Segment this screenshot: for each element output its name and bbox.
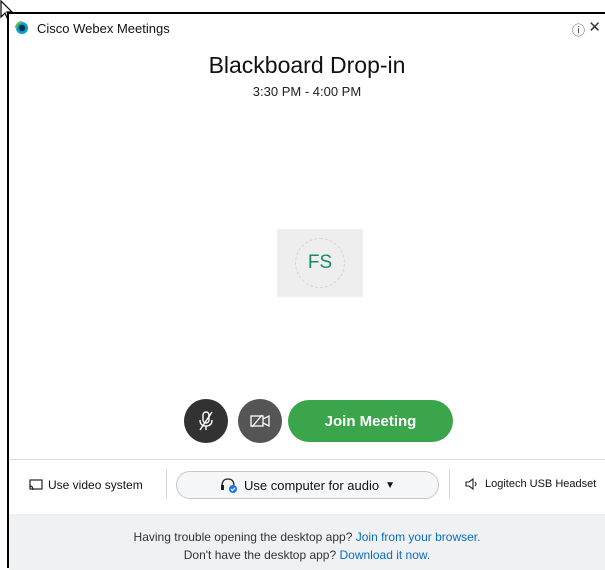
footer-help: Having trouble opening the desktop app? … — [9, 514, 605, 570]
mute-button[interactable] — [184, 399, 228, 443]
avatar-preview: FS — [277, 229, 363, 297]
divider — [166, 469, 167, 499]
use-video-system-label: Use video system — [48, 478, 143, 492]
trouble-text: Having trouble opening the desktop app? — [133, 530, 353, 544]
cast-icon — [29, 479, 43, 491]
audio-device-selector[interactable]: Logitech USB Headset — [465, 478, 596, 490]
speaker-icon — [465, 478, 477, 490]
app-title: Cisco Webex Meetings — [37, 21, 170, 36]
audio-option-label: Use computer for audio — [243, 477, 380, 493]
webex-logo-icon — [15, 21, 28, 34]
no-app-text: Don't have the desktop app? — [183, 548, 337, 562]
avatar: FS — [295, 238, 345, 288]
footer-line-1: Having trouble opening the desktop app? … — [9, 528, 605, 546]
camera-off-icon — [250, 414, 270, 428]
use-video-system-button[interactable]: Use video system — [29, 478, 143, 492]
audio-device-label: Logitech USB Headset — [485, 478, 597, 490]
dropdown-arrow-icon: ▼ — [385, 479, 396, 491]
audio-connection-dropdown[interactable]: Use computer for audio ▼ — [176, 471, 439, 499]
help-icon[interactable]: ⓘ — [572, 20, 585, 39]
join-meeting-button[interactable]: Join Meeting — [288, 400, 453, 442]
bottom-bar: Use video system Use computer for audio … — [9, 459, 605, 515]
microphone-muted-icon — [199, 411, 213, 431]
video-button[interactable] — [238, 399, 282, 443]
download-link[interactable]: Download it now. — [340, 548, 431, 562]
divider — [449, 469, 450, 499]
join-from-browser-link[interactable]: Join from your browser. — [356, 530, 481, 544]
headset-connected-icon — [220, 478, 237, 493]
footer-line-2: Don't have the desktop app? Download it … — [9, 546, 605, 564]
meeting-time: 3:30 PM - 4:00 PM — [252, 84, 362, 99]
meeting-title: Blackboard Drop-in — [208, 52, 406, 78]
close-icon[interactable]: ✕ — [588, 18, 601, 36]
webex-window: Cisco Webex Meetings ⓘ ✕ Blackboard Drop… — [7, 12, 605, 570]
title-bar: Cisco Webex Meetings ⓘ ✕ — [9, 14, 605, 44]
